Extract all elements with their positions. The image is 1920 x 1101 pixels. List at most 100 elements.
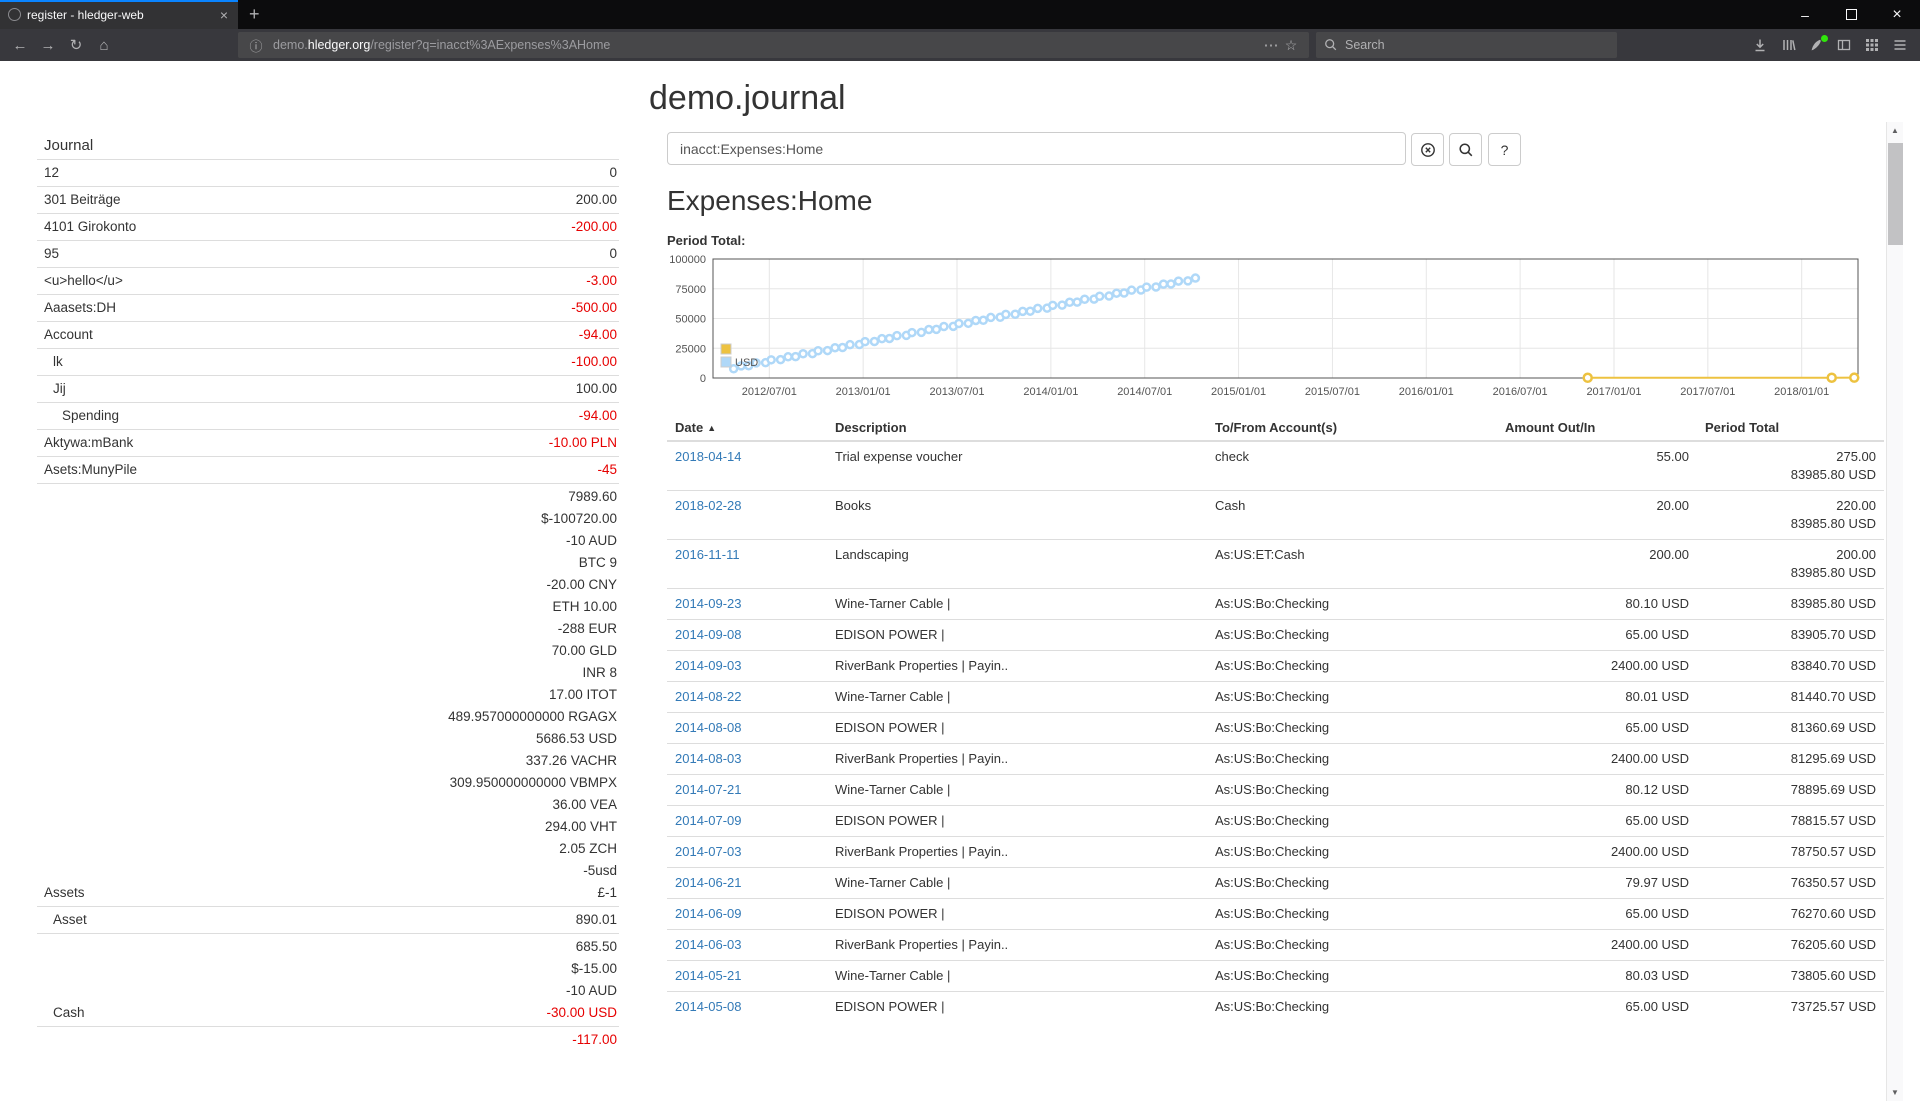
account-balance: 0 — [609, 243, 619, 265]
column-header-amount[interactable]: Amount Out/In — [1497, 415, 1697, 441]
url-bar[interactable]: ⓘ demo.hledger.org/register?q=inacct%3AE… — [238, 32, 1309, 58]
transaction-date-link[interactable]: 2014-09-08 — [675, 627, 742, 642]
sidebar-line: -20.00 CNY — [37, 574, 619, 596]
sidebar-journal-link[interactable]: Journal — [37, 135, 619, 159]
column-header-date[interactable]: Date▲ — [667, 415, 827, 441]
grid-apps-icon[interactable] — [1858, 32, 1886, 58]
transaction-date-link[interactable]: 2014-08-08 — [675, 720, 742, 735]
sidebar-account-link[interactable]: 12 — [37, 162, 59, 184]
restore-button[interactable] — [1828, 0, 1874, 29]
sidebar-account-link[interactable]: <u>hello</u> — [37, 270, 123, 292]
sidebar-account-link[interactable]: Aktywa:mBank — [37, 432, 133, 454]
amount-cell: 65.00 USD — [1497, 991, 1697, 1022]
sidebar-account-link[interactable]: Jij — [37, 378, 66, 400]
page-actions-icon[interactable]: ⋯ — [1261, 32, 1281, 58]
sidebar-account-link[interactable]: Spending — [37, 405, 119, 427]
bookmark-star-icon[interactable]: ☆ — [1281, 32, 1301, 58]
period-total-cell: 78815.57 USD — [1697, 805, 1884, 836]
sidebar-account-link[interactable]: lk — [37, 351, 63, 373]
url-text: demo.hledger.org/register?q=inacct%3AExp… — [273, 38, 1261, 52]
site-info-icon[interactable]: ⓘ — [246, 32, 266, 58]
transaction-date-link[interactable]: 2014-07-03 — [675, 844, 742, 859]
transaction-date-link[interactable]: 2014-09-23 — [675, 596, 742, 611]
sidebar-toggle-icon[interactable] — [1830, 32, 1858, 58]
period-total-line: 78895.69 USD — [1705, 781, 1876, 799]
transaction-date-link[interactable]: 2014-06-09 — [675, 906, 742, 921]
close-window-button[interactable]: × — [1874, 0, 1920, 29]
column-header-period-total[interactable]: Period Total — [1697, 415, 1884, 441]
account-balance: 309.950000000000 VBMPX — [450, 772, 619, 794]
browser-tab[interactable]: register - hledger-web × — [0, 0, 238, 29]
transaction-date-link[interactable]: 2014-07-21 — [675, 782, 742, 797]
transaction-date-link[interactable]: 2014-07-09 — [675, 813, 742, 828]
table-row: 2018-04-14Trial expense vouchercheck55.0… — [667, 441, 1884, 491]
new-tab-button[interactable]: + — [238, 0, 271, 29]
column-header-account[interactable]: To/From Account(s) — [1207, 415, 1497, 441]
transaction-date-link[interactable]: 2014-08-03 — [675, 751, 742, 766]
back-button[interactable]: ← — [6, 32, 34, 58]
search-help-button[interactable]: ? — [1488, 133, 1521, 166]
sidebar-account-link[interactable]: Assets — [37, 882, 85, 904]
column-header-description[interactable]: Description — [827, 415, 1207, 441]
account-cell: As:US:Bo:Checking — [1207, 805, 1497, 836]
sidebar-account-link[interactable]: 301 Beiträge — [37, 189, 121, 211]
period-total-line: 73805.60 USD — [1705, 967, 1876, 985]
table-row: 2016-11-11LandscapingAs:US:ET:Cash200.00… — [667, 539, 1884, 588]
sidebar-line: Asset 890.01 — [37, 909, 619, 931]
reload-button[interactable]: ↻ — [62, 32, 90, 58]
amount-cell: 20.00 — [1497, 490, 1697, 539]
sidebar-account-link[interactable]: 4101 Girokonto — [37, 216, 136, 238]
sidebar-account-link[interactable]: 95 — [37, 243, 59, 265]
svg-text:2016/01/01: 2016/01/01 — [1399, 386, 1454, 398]
sidebar-account-link[interactable]: Account — [37, 324, 93, 346]
account-balance: $-100720.00 — [541, 508, 619, 530]
register-body: 2018-04-14Trial expense vouchercheck55.0… — [667, 441, 1884, 1022]
amount-cell: 80.03 USD — [1497, 960, 1697, 991]
downloads-icon[interactable] — [1746, 32, 1774, 58]
scrollbar-up-icon[interactable]: ▲ — [1887, 122, 1903, 139]
sidebar-account-link[interactable]: Asets:MunyPile — [37, 459, 137, 481]
sidebar-account-cell: Aaasets:DH-500.00 — [37, 294, 619, 321]
date-cell: 2014-08-08 — [667, 712, 827, 743]
browser-search-bar[interactable]: Search — [1316, 32, 1617, 58]
period-total-chart: 2012/07/012013/01/012013/07/012014/01/01… — [667, 251, 1884, 403]
sidebar-line: -117.00 — [37, 1029, 619, 1051]
transaction-date-link[interactable]: 2014-08-22 — [675, 689, 742, 704]
minimize-button[interactable]: – — [1782, 0, 1828, 29]
query-input[interactable] — [667, 132, 1406, 165]
transaction-date-link[interactable]: 2018-04-14 — [675, 449, 742, 464]
library-icon[interactable] — [1774, 32, 1802, 58]
account-cell: As:US:Bo:Checking — [1207, 619, 1497, 650]
transaction-date-link[interactable]: 2014-05-08 — [675, 999, 742, 1014]
transaction-date-link[interactable]: 2014-09-03 — [675, 658, 742, 673]
home-button[interactable]: ⌂ — [90, 32, 118, 58]
transaction-date-link[interactable]: 2014-06-03 — [675, 937, 742, 952]
date-cell: 2014-06-09 — [667, 898, 827, 929]
tab-close-icon[interactable]: × — [218, 6, 230, 24]
amount-cell: 80.01 USD — [1497, 681, 1697, 712]
account-balance: 685.50 — [576, 936, 619, 958]
scrollbar-thumb[interactable] — [1888, 143, 1903, 245]
transaction-date-link[interactable]: 2014-05-21 — [675, 968, 742, 983]
submit-search-button[interactable] — [1449, 133, 1482, 166]
scrollbar-down-icon[interactable]: ▼ — [1887, 1084, 1903, 1101]
sidebar-account-link[interactable]: Aaasets:DH — [37, 297, 116, 319]
extension-quill-icon[interactable] — [1802, 32, 1830, 58]
transaction-date-link[interactable]: 2014-06-21 — [675, 875, 742, 890]
hamburger-menu-icon[interactable] — [1886, 32, 1914, 58]
restore-icon — [1846, 9, 1857, 20]
clear-query-button[interactable] — [1411, 133, 1444, 166]
main-content: ? Expenses:Home Period Total: 2012/07/01… — [667, 132, 1884, 1022]
account-balance: -3.00 — [586, 270, 619, 292]
period-total-cell: 275.0083985.80 USD — [1697, 441, 1884, 491]
transaction-date-link[interactable]: 2016-11-11 — [675, 547, 740, 562]
sidebar-account-link[interactable]: Cash — [37, 1002, 85, 1024]
sidebar-account-link[interactable]: Asset — [37, 909, 87, 931]
page-scrollbar[interactable]: ▲ ▼ — [1886, 122, 1903, 1101]
table-row: 2014-08-08EDISON POWER |As:US:Bo:Checkin… — [667, 712, 1884, 743]
amount-cell: 65.00 USD — [1497, 619, 1697, 650]
date-cell: 2014-09-23 — [667, 588, 827, 619]
forward-button[interactable]: → — [34, 32, 62, 58]
transaction-date-link[interactable]: 2018-02-28 — [675, 498, 742, 513]
account-balance: 890.01 — [576, 909, 619, 931]
